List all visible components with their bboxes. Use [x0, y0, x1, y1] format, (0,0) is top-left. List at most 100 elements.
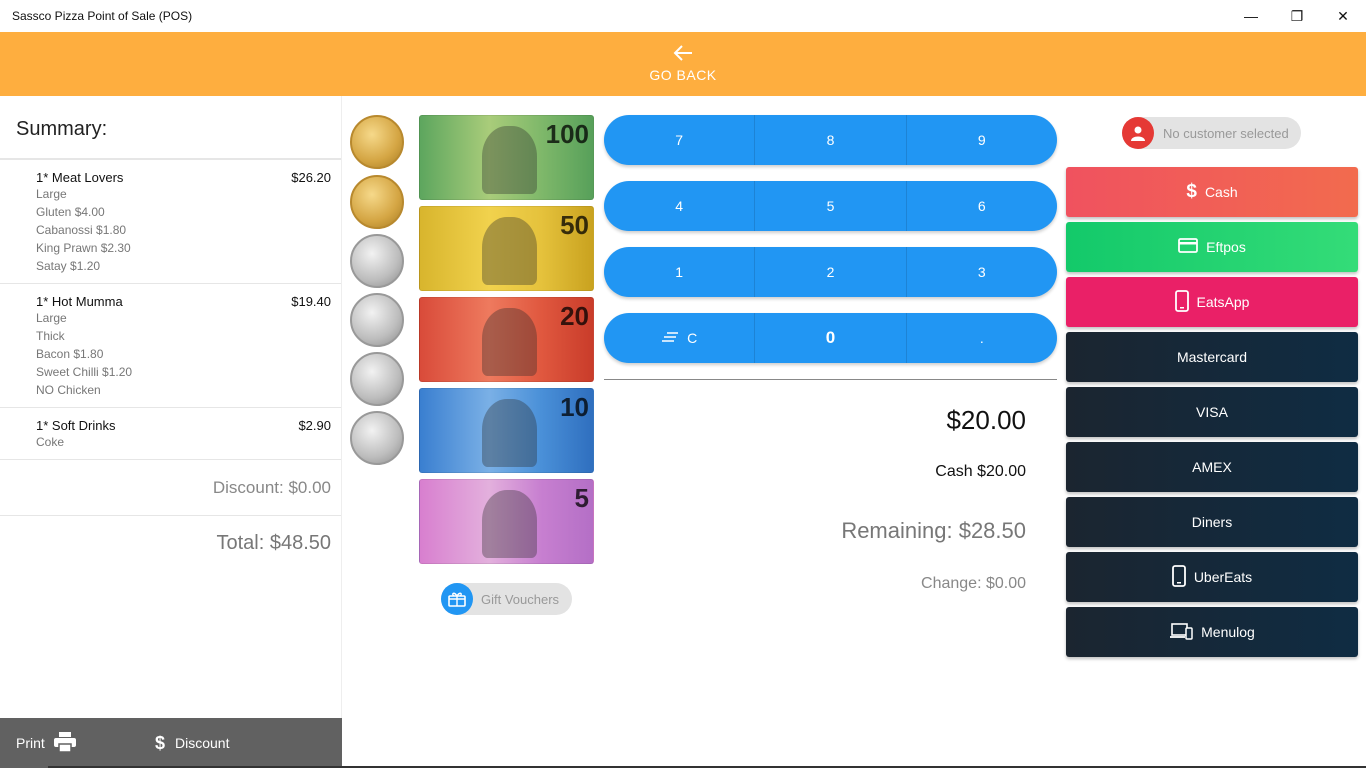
summary-footer: Print $ Discount — [0, 718, 342, 768]
key-decimal[interactable]: . — [907, 313, 1057, 363]
note-100[interactable]: 100 — [419, 115, 594, 200]
amount-divider — [604, 379, 1057, 380]
item-price: $2.90 — [298, 418, 331, 433]
go-back-label: GO BACK — [649, 67, 717, 83]
note-20[interactable]: 20 — [419, 297, 594, 382]
order-total: Total: $48.50 — [216, 532, 331, 554]
order-item[interactable]: 1* Soft Drinks $2.90 Coke — [0, 408, 341, 460]
smartphone-icon — [1171, 564, 1186, 590]
item-name: 1* Hot Mumma — [36, 294, 123, 309]
portrait-icon — [482, 399, 537, 467]
note-denomination: 100 — [545, 119, 589, 149]
coin-1-dollar[interactable] — [350, 175, 404, 229]
key-6[interactable]: 6 — [907, 181, 1057, 231]
dollar-icon: $ — [155, 732, 166, 753]
customer-label: No customer selected — [1163, 125, 1289, 141]
item-modifier: Cabanossi $1.80 — [36, 223, 127, 237]
key-8[interactable]: 8 — [755, 115, 907, 165]
visa-label: VISA — [1196, 404, 1228, 420]
amex-payment-button[interactable]: AMEX — [1066, 442, 1358, 492]
portrait-icon — [482, 217, 537, 285]
key-2[interactable]: 2 — [755, 247, 907, 297]
coin-2-dollar[interactable] — [350, 115, 404, 169]
customer-selector[interactable]: No customer selected — [1122, 117, 1301, 149]
keypad-row: 7 8 9 — [604, 115, 1057, 165]
portrait-icon — [482, 490, 537, 558]
change-amount: Change: $0.00 — [921, 575, 1026, 592]
print-label: Print — [16, 735, 45, 751]
smartphone-icon — [1174, 289, 1189, 315]
item-modifier: Large — [36, 311, 67, 325]
diners-payment-button[interactable]: Diners — [1066, 497, 1358, 547]
cash-label: Cash — [1204, 184, 1238, 200]
item-name: 1* Meat Lovers — [36, 170, 124, 185]
note-denomination: 5 — [574, 483, 589, 513]
note-denomination: 10 — [560, 392, 589, 422]
mastercard-payment-button[interactable]: Mastercard — [1066, 332, 1358, 382]
eatsapp-payment-button[interactable]: EatsApp — [1066, 277, 1358, 327]
print-button[interactable]: Print — [0, 731, 155, 755]
remaining-amount: Remaining: $28.50 — [841, 518, 1026, 543]
note-10[interactable]: 10 — [419, 388, 594, 473]
close-button[interactable]: ✕ — [1320, 0, 1366, 32]
item-modifier: Sweet Chilli $1.20 — [36, 365, 133, 379]
key-1[interactable]: 1 — [604, 247, 756, 297]
coin-50-cent[interactable] — [350, 234, 404, 288]
cash-tendered-line: Cash $20.00 — [935, 463, 1026, 480]
menulog-payment-button[interactable]: Menulog — [1066, 607, 1358, 657]
key-3[interactable]: 3 — [907, 247, 1057, 297]
note-50[interactable]: 50 — [419, 206, 594, 291]
credit-card-icon — [1178, 238, 1199, 256]
maximize-icon: ❐ — [1290, 7, 1304, 24]
ubereats-payment-button[interactable]: UberEats — [1066, 552, 1358, 602]
key-5[interactable]: 5 — [755, 181, 907, 231]
key-9[interactable]: 9 — [907, 115, 1057, 165]
visa-payment-button[interactable]: VISA — [1066, 387, 1358, 437]
note-denomination: 20 — [560, 301, 589, 331]
cash-payment-button[interactable]: $ Cash — [1066, 167, 1358, 217]
eftpos-payment-button[interactable]: Eftpos — [1066, 222, 1358, 272]
maximize-button[interactable]: ❐ — [1274, 0, 1320, 32]
gift-vouchers-button[interactable]: Gift Vouchers — [441, 583, 572, 615]
item-modifier: Satay $1.20 — [36, 259, 101, 273]
coin-5-cent[interactable] — [350, 411, 404, 465]
coin-20-cent[interactable] — [350, 293, 404, 347]
note-denomination: 50 — [560, 210, 589, 240]
item-modifier: NO Chicken — [36, 383, 101, 397]
key-clear[interactable]: C — [604, 313, 756, 363]
keypad-row: C 0 . — [604, 313, 1057, 363]
printer-icon — [53, 731, 77, 755]
window-title: Sassco Pizza Point of Sale (POS) — [12, 9, 193, 23]
discount-label: Discount — [175, 735, 230, 751]
item-modifier: Thick — [36, 329, 65, 343]
item-modifier: Coke — [36, 435, 65, 449]
go-back-button[interactable]: GO BACK — [0, 32, 1366, 96]
minimize-button[interactable]: — — [1228, 0, 1274, 32]
tendered-amount: $20.00 — [946, 405, 1026, 435]
coin-10-cent[interactable] — [350, 352, 404, 406]
item-name: 1* Soft Drinks — [36, 418, 116, 433]
menulog-label: Menulog — [1201, 624, 1255, 640]
portrait-icon — [482, 126, 537, 194]
devices-icon — [1169, 622, 1193, 643]
person-icon — [1122, 117, 1154, 149]
note-5[interactable]: 5 — [419, 479, 594, 564]
order-item[interactable]: 1* Meat Lovers $26.20 Large Gluten $4.00… — [0, 160, 341, 284]
clear-label: C — [687, 330, 698, 346]
ubereats-label: UberEats — [1193, 569, 1253, 585]
key-7[interactable]: 7 — [604, 115, 756, 165]
order-summary-panel: Summary: 1* Meat Lovers $26.20 Large Glu… — [0, 96, 342, 768]
key-0[interactable]: 0 — [755, 313, 907, 363]
item-price: $19.40 — [291, 294, 331, 309]
gift-card-icon — [441, 583, 473, 615]
gift-vouchers-label: Gift Vouchers — [481, 591, 560, 607]
item-modifier: King Prawn $2.30 — [36, 241, 131, 255]
discount-button[interactable]: $ Discount — [155, 733, 229, 754]
diners-label: Diners — [1191, 514, 1233, 530]
mastercard-label: Mastercard — [1176, 349, 1248, 365]
key-4[interactable]: 4 — [604, 181, 756, 231]
amex-label: AMEX — [1192, 459, 1232, 475]
order-item[interactable]: 1* Hot Mumma $19.40 Large Thick Bacon $1… — [0, 284, 341, 408]
eftpos-label: Eftpos — [1206, 239, 1246, 255]
minimize-icon: — — [1244, 8, 1258, 24]
